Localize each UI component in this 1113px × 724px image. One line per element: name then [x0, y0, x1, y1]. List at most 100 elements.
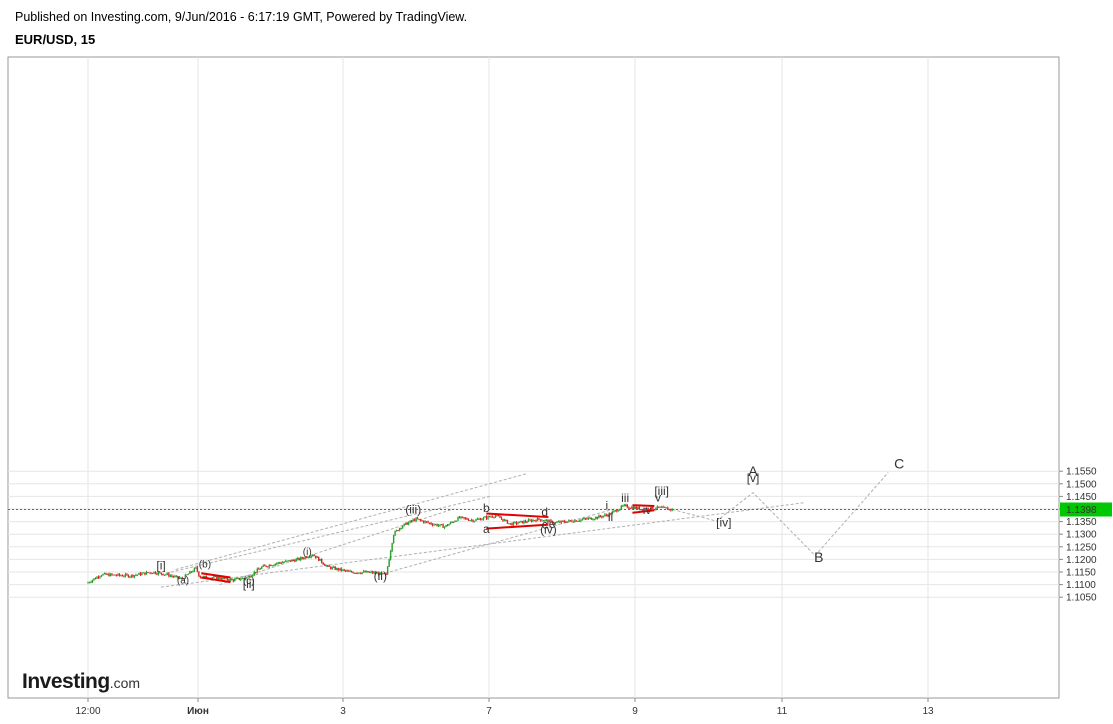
wave-label: A: [748, 463, 758, 479]
candle-body: [437, 525, 440, 527]
candle-body: [332, 566, 335, 568]
candle-body: [127, 574, 130, 578]
candle-body: [401, 526, 404, 528]
candle-body: [622, 505, 624, 507]
candle-body: [665, 507, 667, 509]
candle-body: [153, 571, 155, 574]
candle-body: [658, 506, 660, 508]
candle-body: [100, 575, 103, 577]
candle-body: [288, 560, 290, 562]
candle-body: [431, 524, 434, 526]
candle-body: [283, 561, 285, 563]
candle-body: [87, 582, 89, 584]
candle-body: [394, 531, 396, 536]
candle-body: [452, 522, 455, 524]
candle-body: [409, 520, 411, 523]
candle-body: [487, 516, 489, 519]
candle-body: [433, 524, 435, 526]
candle-body: [590, 517, 593, 520]
candle-body: [334, 566, 336, 570]
candle-body: [114, 574, 116, 576]
candle-body: [499, 516, 501, 518]
candle-body: [190, 571, 193, 573]
candle-body: [524, 520, 527, 522]
candle-body: [386, 566, 389, 574]
candle-body: [235, 578, 238, 580]
wave-label: [i]: [156, 559, 165, 573]
candle-body: [670, 508, 672, 511]
candle-body: [584, 518, 587, 520]
candle-body: [593, 519, 596, 521]
candle-body: [410, 520, 413, 522]
candle-body: [490, 516, 492, 518]
candle-body: [634, 507, 636, 510]
candle-body: [484, 516, 486, 518]
candle-body: [338, 568, 341, 571]
candle-body: [90, 581, 92, 583]
candle-body: [415, 517, 417, 521]
candle-body: [461, 516, 464, 518]
candle-body: [599, 515, 602, 517]
wave-label: iv: [643, 503, 652, 517]
candle-body: [331, 567, 333, 569]
candle-body: [506, 520, 509, 524]
candle-body: [602, 515, 605, 518]
candle-body: [198, 571, 200, 577]
wave-label: (a): [177, 575, 189, 586]
candle-body: [370, 571, 372, 573]
time-axis[interactable]: 12:00 Июн 3 7 9 11 13: [75, 698, 934, 717]
candle-body: [355, 572, 357, 574]
candle-body: [586, 518, 588, 520]
candle-body: [268, 564, 270, 567]
candle-body: [99, 576, 101, 578]
candle-body: [359, 573, 362, 575]
candle-body: [494, 515, 497, 518]
y-tick-label: 1.1050: [1066, 593, 1097, 604]
candle-body: [256, 568, 258, 573]
candle-body: [467, 519, 470, 521]
candle-body: [103, 573, 106, 575]
candle-body: [343, 569, 345, 571]
candle-body: [285, 560, 287, 562]
candle-body: [123, 576, 125, 578]
logo-suffix: .com: [109, 675, 141, 691]
candle-body: [324, 564, 326, 566]
candle-body: [237, 578, 239, 580]
wave-label: (i): [303, 547, 312, 558]
x-tick-label: 7: [486, 706, 492, 717]
candle-body: [419, 519, 422, 521]
candle-body: [105, 573, 107, 575]
wave-label: [ii]: [243, 577, 255, 591]
candle-body: [482, 517, 485, 520]
candle-body: [620, 505, 623, 510]
y-tick-label: 1.1500: [1066, 479, 1097, 490]
candle-body: [262, 565, 264, 567]
candle-body: [166, 573, 169, 575]
candle-body: [102, 574, 104, 576]
candle-body: [111, 573, 113, 575]
candle-body: [598, 515, 600, 519]
candle-body: [617, 510, 620, 512]
candle-body: [491, 516, 494, 518]
candle-body: [139, 573, 142, 576]
candle-body: [315, 555, 317, 558]
candle-body: [156, 573, 158, 575]
candle-body: [422, 520, 425, 523]
candle-body: [427, 521, 429, 523]
candle-body: [395, 530, 398, 532]
candle-body: [362, 571, 365, 573]
candle-body: [493, 517, 495, 519]
candle-body: [454, 521, 456, 523]
x-tick-label: 11: [777, 706, 788, 717]
wave-label: B: [814, 549, 823, 565]
price-axis[interactable]: 1.15501.15001.14501.14001.13501.13001.12…: [1059, 467, 1097, 604]
plot-area[interactable]: [7, 56, 1060, 699]
candle-body: [631, 506, 633, 509]
candle-body: [533, 520, 536, 522]
candle-body: [91, 579, 94, 582]
candle-body: [656, 506, 658, 509]
candle-body: [443, 526, 446, 528]
chart[interactable]: [i] (b)(a) (c)[ii](i)(ii)(iii) badc e(iv)iii…: [0, 0, 1113, 724]
candle-body: [273, 565, 275, 567]
candle-body: [595, 516, 597, 520]
